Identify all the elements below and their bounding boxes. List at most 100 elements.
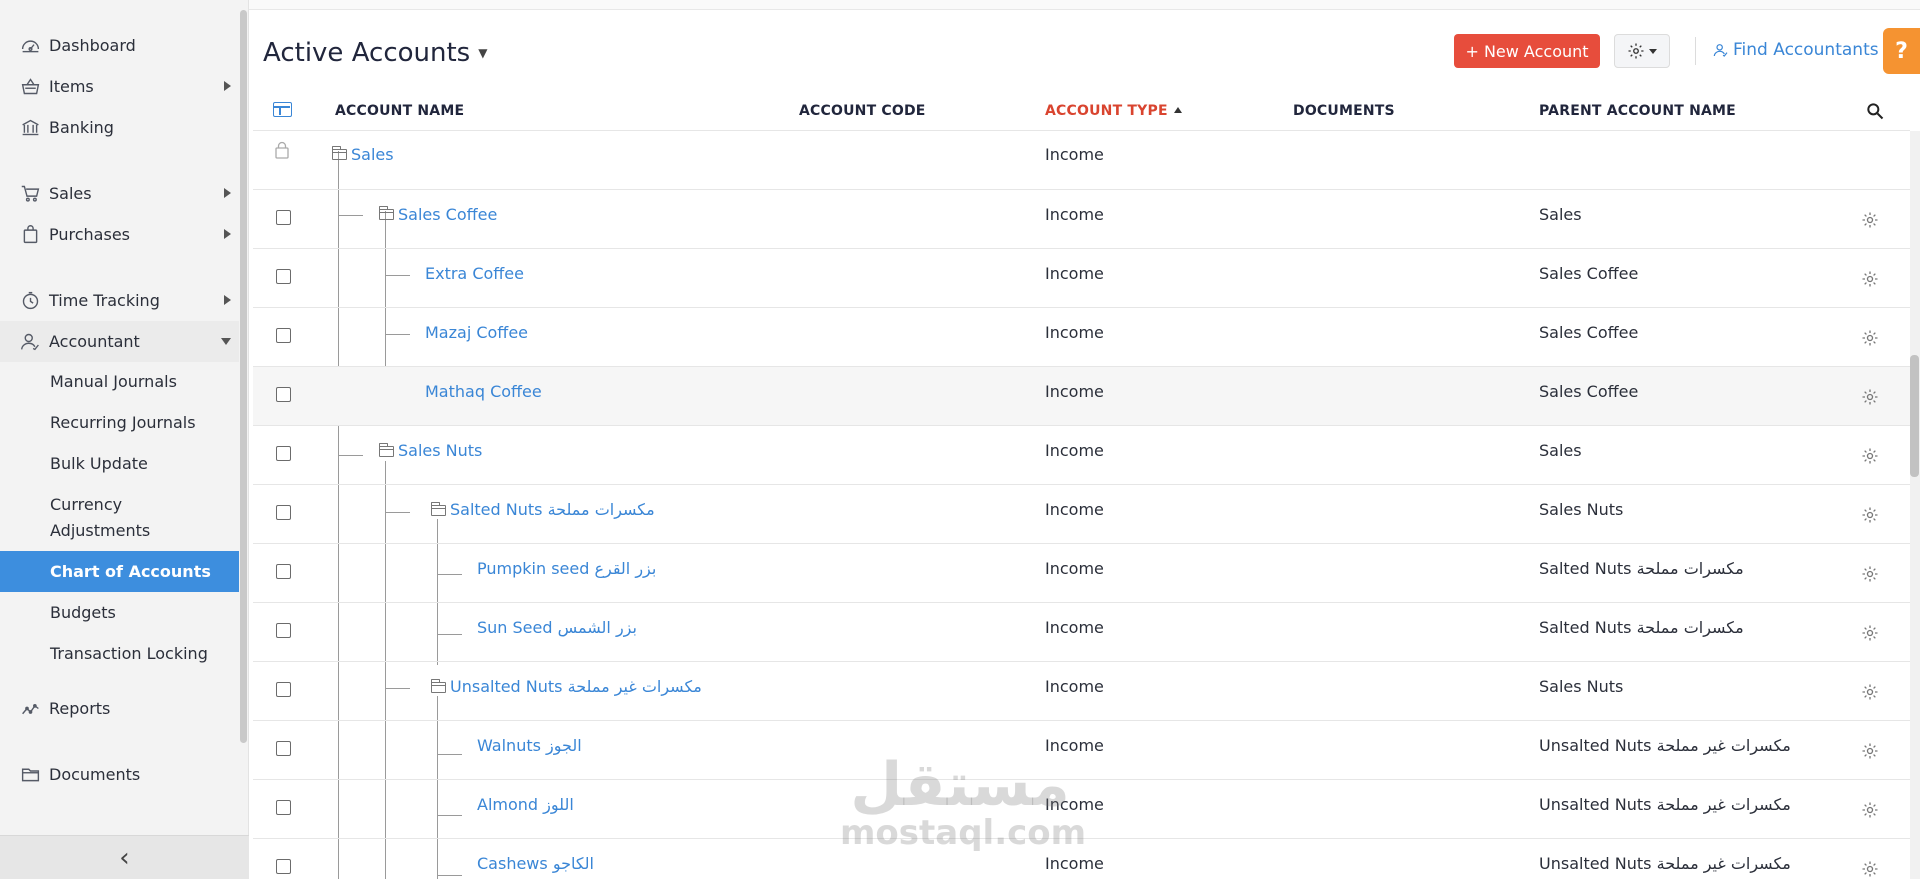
row-checkbox[interactable] [276, 446, 291, 461]
table-row[interactable]: Pumpkin seed بزر القرع Income Salted Nut… [253, 544, 1910, 603]
parent-account-name: Salted Nuts مكسرات مملحة [1539, 559, 1744, 578]
row-checkbox[interactable] [276, 741, 291, 756]
sidebar-subitem-transaction-locking[interactable]: Transaction Locking [0, 641, 239, 667]
gear-icon[interactable] [1860, 741, 1880, 761]
row-checkbox[interactable] [276, 269, 291, 284]
gear-icon[interactable] [1860, 328, 1880, 348]
sidebar-item-items[interactable]: Items [0, 66, 239, 107]
gear-icon[interactable] [1860, 623, 1880, 643]
table-row[interactable]: Almond اللوز Income Unsalted Nuts مكسرات… [253, 780, 1910, 839]
row-checkbox[interactable] [276, 505, 291, 520]
table-scrollbar-track[interactable] [1910, 131, 1920, 879]
account-name-link[interactable]: Cashews الكاجو [477, 854, 594, 873]
table-row[interactable]: Sales Nuts Income Sales [253, 426, 1910, 485]
sidebar-subitem-chart-of-accounts[interactable]: Chart of Accounts [0, 551, 239, 592]
account-type: Income [1045, 145, 1104, 164]
table-header: ACCOUNT NAME ACCOUNT CODE ACCOUNT TYPE D… [253, 91, 1910, 131]
account-name-link[interactable]: Almond اللوز [477, 795, 574, 814]
account-name-link[interactable]: Mazaj Coffee [425, 323, 528, 342]
sidebar-subitem-budgets[interactable]: Budgets [0, 600, 239, 626]
table-row[interactable]: Mazaj Coffee Income Sales Coffee [253, 308, 1910, 367]
table-row[interactable]: Sun Seed بزر الشمس Income Salted Nuts مك… [253, 603, 1910, 662]
account-name-link[interactable]: Walnuts الجوز [477, 736, 582, 755]
sidebar-item-sales[interactable]: Sales [0, 173, 239, 214]
row-checkbox[interactable] [276, 387, 291, 402]
sidebar-item-purchases[interactable]: Purchases [0, 214, 239, 255]
parent-account-name: Sales [1539, 441, 1582, 460]
table-scrollbar-thumb[interactable] [1910, 355, 1919, 477]
sidebar-item-reports[interactable]: Reports [0, 688, 239, 729]
table-row[interactable]: Sales Coffee Income Sales [253, 190, 1910, 249]
account-name-link[interactable]: Salted Nuts مكسرات مملحة [450, 500, 655, 519]
account-name-link[interactable]: Sales [351, 145, 394, 164]
row-checkbox[interactable] [276, 800, 291, 815]
sidebar-subitem-label: Currency Adjustments [50, 495, 151, 540]
gear-icon[interactable] [1860, 210, 1880, 230]
settings-dropdown-button[interactable] [1614, 34, 1670, 68]
sidebar-collapse-button[interactable]: ‹ [0, 835, 249, 879]
account-name-link[interactable]: Unsalted Nuts مكسرات غير مملحة [450, 677, 702, 696]
sidebar-item-accountant[interactable]: Accountant [0, 321, 239, 362]
gear-icon[interactable] [1860, 800, 1880, 820]
sidebar-subitem-currency-adjustments[interactable]: Currency Adjustments [0, 492, 239, 544]
sidebar-item-label: Sales [49, 184, 92, 203]
row-checkbox[interactable] [276, 210, 291, 225]
row-checkbox[interactable] [276, 328, 291, 343]
table-row[interactable]: Mathaq Coffee Income Sales Coffee [253, 367, 1910, 426]
gear-icon[interactable] [1860, 505, 1880, 525]
sidebar-item-documents[interactable]: Documents [0, 754, 239, 795]
parent-account-name: Sales Nuts [1539, 677, 1624, 696]
column-header-account-name[interactable]: ACCOUNT NAME [335, 103, 464, 119]
sidebar-subitem-label: Manual Journals [50, 372, 177, 391]
gear-icon[interactable] [1860, 859, 1880, 879]
account-name-link[interactable]: Sun Seed بزر الشمس [477, 618, 637, 637]
gear-icon[interactable] [1860, 269, 1880, 289]
view-selector[interactable]: Active Accounts ▼ [263, 38, 487, 68]
parent-account-name: Salted Nuts مكسرات مملحة [1539, 618, 1744, 637]
chevron-right-icon [224, 81, 231, 91]
row-checkbox[interactable] [276, 682, 291, 697]
table-row[interactable]: Sales Income [253, 131, 1910, 190]
row-checkbox[interactable] [276, 564, 291, 579]
table-row[interactable]: Cashews الكاجو Income Unsalted Nuts مكسر… [253, 839, 1910, 879]
column-header-documents[interactable]: DOCUMENTS [1293, 103, 1395, 119]
sidebar-subitem-bulk-update[interactable]: Bulk Update [0, 451, 239, 477]
column-chooser-icon[interactable] [273, 102, 292, 117]
account-name-link[interactable]: Sales Coffee [398, 205, 497, 224]
sidebar-subitem-recurring-journals[interactable]: Recurring Journals [0, 410, 239, 436]
column-header-parent-account-name[interactable]: PARENT ACCOUNT NAME [1539, 103, 1736, 119]
help-button[interactable]: ? [1883, 28, 1920, 74]
cart-icon [17, 181, 43, 207]
table-row[interactable]: Walnuts الجوز Income Unsalted Nuts مكسرا… [253, 721, 1910, 780]
account-name-link[interactable]: Sales Nuts [398, 441, 482, 460]
sidebar-item-dashboard[interactable]: Dashboard [0, 25, 239, 66]
sidebar-subitem-label: Transaction Locking [50, 644, 208, 663]
row-checkbox[interactable] [276, 859, 291, 874]
new-account-button[interactable]: + New Account [1454, 34, 1600, 68]
account-name-link[interactable]: Mathaq Coffee [425, 382, 542, 401]
gear-icon[interactable] [1860, 387, 1880, 407]
table-row[interactable]: Extra Coffee Income Sales Coffee [253, 249, 1910, 308]
accounts-table: Sales Income Sales Coffee Income Sales E… [253, 131, 1910, 879]
column-header-account-code[interactable]: ACCOUNT CODE [799, 103, 926, 119]
gear-icon[interactable] [1860, 446, 1880, 466]
sidebar-subitem-manual-journals[interactable]: Manual Journals [0, 369, 239, 395]
sort-ascending-icon [1173, 107, 1182, 113]
account-name-link[interactable]: Pumpkin seed بزر القرع [477, 559, 656, 578]
search-icon[interactable] [1865, 101, 1885, 121]
sidebar-item-label: Purchases [49, 225, 130, 244]
table-row[interactable]: Unsalted Nuts مكسرات غير مملحة Income Sa… [253, 662, 1910, 721]
sidebar-item-time-tracking[interactable]: Time Tracking [0, 280, 239, 321]
column-header-label: ACCOUNT TYPE [1045, 103, 1168, 119]
row-checkbox[interactable] [276, 623, 291, 638]
account-name-link[interactable]: Extra Coffee [425, 264, 524, 283]
sidebar-scrollbar[interactable] [240, 10, 247, 743]
sidebar-item-banking[interactable]: Banking [0, 107, 239, 148]
find-accountants-link[interactable]: Find Accountants [1713, 40, 1879, 60]
accountant-icon [17, 329, 43, 355]
column-header-account-type[interactable]: ACCOUNT TYPE [1045, 103, 1182, 119]
gear-icon[interactable] [1860, 682, 1880, 702]
table-row[interactable]: Salted Nuts مكسرات مملحة Income Sales Nu… [253, 485, 1910, 544]
top-strip [249, 0, 1920, 10]
gear-icon[interactable] [1860, 564, 1880, 584]
